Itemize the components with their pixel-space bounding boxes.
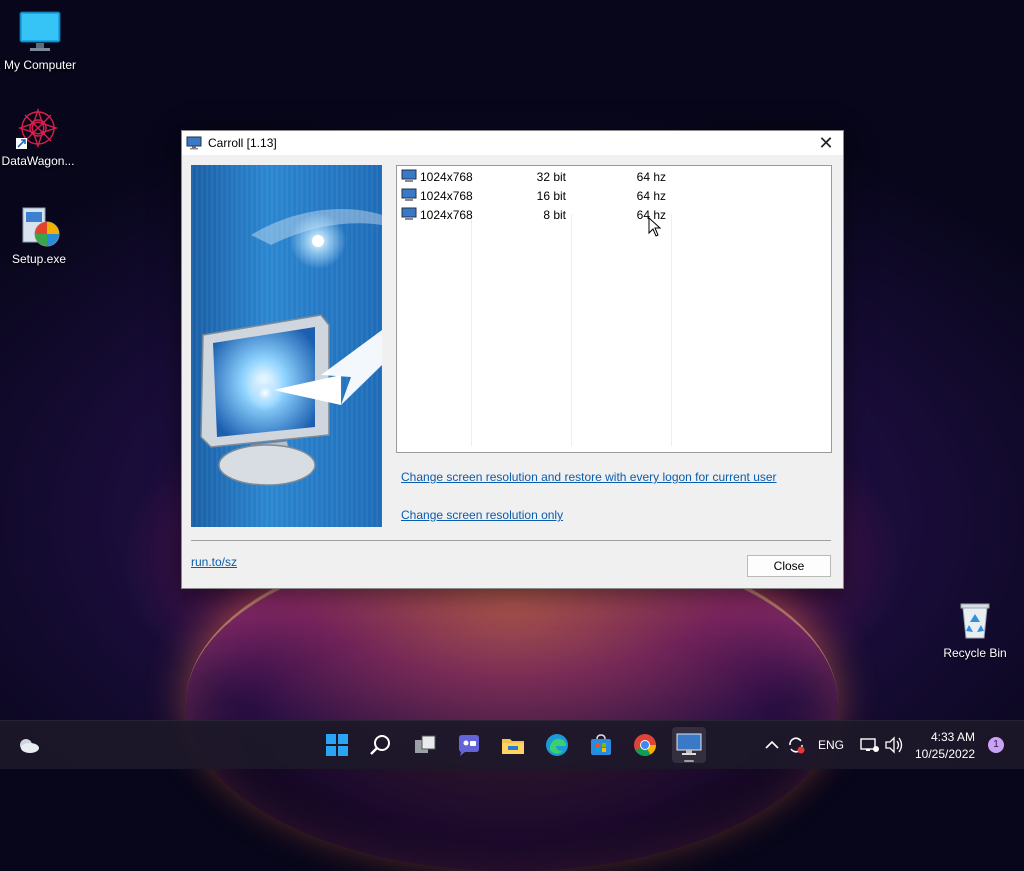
monitor-icon: [18, 10, 62, 54]
recycle-bin-icon: [953, 598, 997, 642]
close-button[interactable]: Close: [747, 555, 831, 577]
desktop-icon-label: My Computer: [3, 58, 77, 72]
mode-depth: 32 bit: [536, 170, 566, 184]
mode-resolution: 1024x768: [420, 189, 473, 203]
carroll-app-taskbar-button[interactable]: [672, 727, 706, 763]
clock-time[interactable]: 4:33 AM: [931, 730, 975, 744]
mode-resolution: 1024x768: [420, 170, 473, 184]
task-view-icon[interactable]: [412, 732, 438, 758]
setup-installer-icon: [17, 204, 61, 248]
list-item[interactable]: 1024x768 32 bit 64 hz: [401, 168, 827, 186]
desktop-icon-setup[interactable]: Setup.exe: [0, 204, 79, 266]
search-icon[interactable]: [368, 732, 394, 758]
datawagon-icon: [16, 106, 60, 150]
volume-icon[interactable]: [883, 732, 905, 758]
monitor-icon: [401, 188, 417, 202]
mouse-cursor-icon: [648, 217, 662, 237]
title-bar[interactable]: Carroll [1.13] ✕: [182, 131, 843, 155]
mode-refresh: 64 hz: [636, 170, 666, 184]
show-hidden-icons-chevron-icon[interactable]: [762, 732, 782, 758]
clock-date[interactable]: 10/25/2022: [915, 747, 975, 761]
list-item[interactable]: 1024x768 8 bit 64 hz: [401, 206, 827, 224]
desktop-icon-recycle-bin[interactable]: Recycle Bin: [935, 598, 1015, 660]
desktop-icon-label: DataWagon...: [1, 154, 75, 168]
mode-depth: 8 bit: [543, 208, 566, 222]
divider: [191, 540, 831, 541]
input-language[interactable]: ENG: [818, 738, 844, 752]
change-resolution-restore-link[interactable]: Change screen resolution and restore wit…: [401, 470, 777, 484]
taskbar: ENG 4:33 AM 10/25/2022 1: [0, 720, 1024, 769]
app-monitor-icon: [186, 136, 202, 150]
file-explorer-icon[interactable]: [500, 732, 526, 758]
sync-alert-icon[interactable]: [785, 732, 807, 758]
banner-image: [191, 165, 382, 527]
monitor-icon: [401, 207, 417, 221]
store-icon[interactable]: [588, 732, 614, 758]
display-modes-list[interactable]: 1024x768 32 bit 64 hz 1024x768 16 bit 64…: [396, 165, 832, 453]
window-title: Carroll [1.13]: [208, 136, 277, 150]
website-link[interactable]: run.to/sz: [191, 555, 237, 569]
monitor-icon: [401, 169, 417, 183]
desktop-icon-my-computer[interactable]: My Computer: [0, 10, 80, 72]
list-item[interactable]: 1024x768 16 bit 64 hz: [401, 187, 827, 205]
notification-count-badge[interactable]: 1: [988, 737, 1004, 753]
edge-browser-icon[interactable]: [544, 732, 570, 758]
desktop-icon-label: Recycle Bin: [943, 646, 1007, 660]
network-icon[interactable]: [858, 732, 880, 758]
chrome-icon[interactable]: [632, 732, 658, 758]
mode-refresh: 64 hz: [636, 189, 666, 203]
mode-resolution: 1024x768: [420, 208, 473, 222]
chat-icon[interactable]: [456, 732, 482, 758]
carroll-dialog: Carroll [1.13] ✕ 1024x768 32 bit 64 hz 1…: [181, 130, 844, 589]
start-windows-icon[interactable]: [324, 732, 350, 758]
change-resolution-only-link[interactable]: Change screen resolution only: [401, 508, 563, 522]
mode-depth: 16 bit: [536, 189, 566, 203]
desktop-icon-datawagon[interactable]: DataWagon...: [0, 106, 78, 168]
weather-icon[interactable]: [15, 732, 41, 758]
desktop-icon-label: Setup.exe: [11, 252, 67, 266]
close-icon[interactable]: ✕: [815, 133, 837, 153]
